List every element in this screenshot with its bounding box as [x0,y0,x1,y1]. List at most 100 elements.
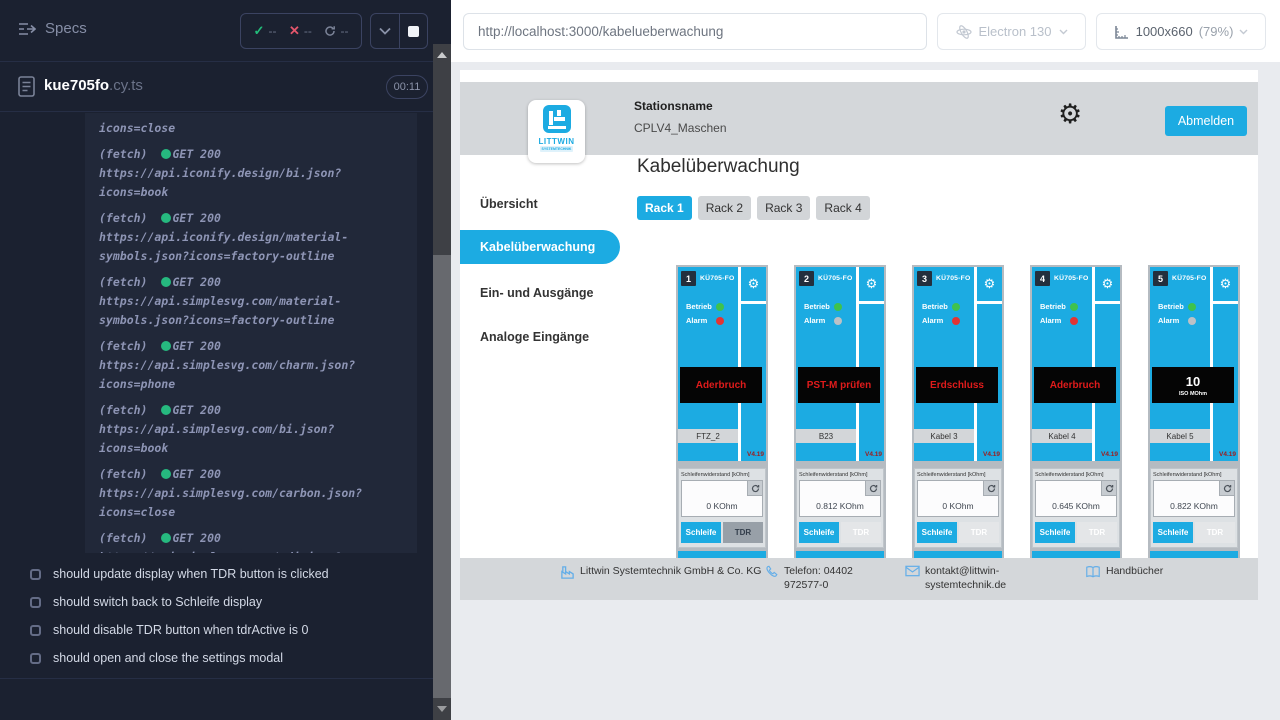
cable-name: FTZ_2 [678,429,738,443]
tdr-button[interactable]: TDR [1195,522,1235,543]
sidebar-item-kabelueberwachung[interactable]: Kabelüberwachung [460,230,620,264]
card-side-panel: ⚙ V4.19 [1213,267,1238,461]
scroll-down-icon[interactable] [437,706,447,712]
cable-name: Kabel 4 [1032,429,1092,443]
collapse-button[interactable] [371,14,399,48]
spec-row[interactable]: kue705fo.cy.ts 00:11 [0,62,433,112]
refresh-icon [987,484,996,493]
viewport-select[interactable]: 1000x660 (79%) [1096,13,1266,50]
browser-select[interactable]: Electron 130 [937,13,1086,50]
fetch-status: GET 200 [172,531,220,545]
log-partial-line[interactable]: icons=close [99,119,403,138]
status-display-unit: ISO MOhm [1179,391,1207,397]
logout-button[interactable]: Abmelden [1165,106,1247,136]
measure-value-box: 0.645 KOhm [1035,480,1117,517]
measure-label: Schleifenwiderstand [kOhm] [1153,472,1235,478]
fetch-log-entry[interactable]: (fetch)GET 200 https://api.simplesvg.com… [99,529,403,553]
card-gear-icon[interactable]: ⚙ [741,267,766,301]
measure-value-box: 0.812 KOhm [799,480,881,517]
alarm-label: Alarm [804,316,834,325]
measure-panel: Schleifenwiderstand [kOhm] 0.812 KOhm [796,468,884,548]
card-gear-icon[interactable]: ⚙ [1095,267,1120,301]
test-row[interactable]: should update display when TDR button is… [0,560,433,588]
sidebar-item-ein-und-ausgaenge[interactable]: Ein- und Ausgänge [480,286,593,300]
alarm-label: Alarm [686,316,716,325]
status-display-text: Aderbruch [696,380,747,391]
fetch-log-entry[interactable]: (fetch)GET 200 https://api.simplesvg.com… [99,337,403,394]
test-row[interactable]: should disable TDR button when tdrActive… [0,616,433,644]
logo-text: LITTWIN [539,137,575,146]
status-display: Erdschluss [916,367,998,403]
sidebar-item-analoge-eingaenge[interactable]: Analoge Eingänge [480,330,589,344]
schleife-button[interactable]: Schleife [681,522,721,543]
refresh-button[interactable] [1219,481,1234,496]
cable-name: Kabel 3 [914,429,974,443]
spec-file-icon [18,76,35,97]
browser-label: Electron 130 [979,24,1052,39]
alarm-led-icon [834,317,842,325]
measure-value: 0.822 KOhm [1154,501,1234,511]
fetch-url: https://api.simplesvg.com/carbon.json?ic… [99,484,403,522]
card-gear-icon[interactable]: ⚙ [977,267,1002,301]
logo-subtext: SYSTEMTECHNIK [540,146,574,152]
settings-gear-icon[interactable]: ⚙ [1058,101,1082,128]
test-row[interactable]: should switch back to Schleife display [0,588,433,616]
test-title: should disable TDR button when tdrActive… [53,623,308,637]
schleife-button[interactable]: Schleife [1035,522,1075,543]
specs-title[interactable]: Specs [18,20,87,37]
tab-rack-4[interactable]: Rack 4 [816,196,869,220]
refresh-button[interactable] [1101,481,1116,496]
url-input[interactable]: http://localhost:3000/kabelueberwachung [463,13,927,50]
fetch-log-entry[interactable]: (fetch)GET 200 https://api.iconify.desig… [99,209,403,266]
schleife-button[interactable]: Schleife [799,522,839,543]
betrieb-label: Betrieb [922,302,952,311]
test-title: should open and close the settings modal [53,651,283,665]
fetch-label: (fetch) [99,403,147,417]
footer-email[interactable]: kontakt@littwin-systemtechnik.de [905,564,1025,592]
measure-panel: Schleifenwiderstand [kOhm] 0.645 KOhm [1032,468,1120,548]
reporter-scrollbar[interactable] [433,0,451,720]
stat-passed: ✓ -- [254,23,277,39]
test-row[interactable]: should open and close the settings modal [0,644,433,672]
fetch-log-entry[interactable]: (fetch)GET 200 https://api.simplesvg.com… [99,401,403,458]
tab-rack-1[interactable]: Rack 1 [637,196,692,220]
sidebar-item-uebersicht[interactable]: Übersicht [480,197,538,211]
stop-button[interactable] [399,14,428,48]
alarm-led-icon [716,317,724,325]
refresh-icon [869,484,878,493]
schleife-button[interactable]: Schleife [1153,522,1193,543]
fetch-label: (fetch) [99,147,147,161]
fetch-url: https://api.simplesvg.com/charm.json?ico… [99,356,403,394]
alarm-label: Alarm [1158,316,1188,325]
device-card: 4 KÜ705-FO Betrieb Alarm [1030,265,1122,565]
refresh-button[interactable] [747,481,762,496]
measure-label: Schleifenwiderstand [kOhm] [681,472,763,478]
tab-rack-3[interactable]: Rack 3 [757,196,810,220]
card-gear-icon[interactable]: ⚙ [1213,267,1238,301]
chevron-down-icon [1239,29,1248,35]
schleife-button[interactable]: Schleife [917,522,957,543]
tdr-button[interactable]: TDR [959,522,999,543]
measure-value-box: 0.822 KOhm [1153,480,1235,517]
tdr-button[interactable]: TDR [723,522,763,543]
success-dot-icon [161,341,171,351]
fetch-log-entry[interactable]: (fetch)GET 200 https://api.iconify.desig… [99,145,403,202]
fetch-label: (fetch) [99,531,147,545]
scrollbar-track[interactable] [433,44,451,720]
measure-value: 0 KOhm [682,501,762,511]
scrollbar-thumb[interactable] [433,255,451,698]
tdr-button[interactable]: TDR [841,522,881,543]
tab-rack-2[interactable]: Rack 2 [698,196,751,220]
refresh-button[interactable] [865,481,880,496]
measure-panel: Schleifenwiderstand [kOhm] 0.822 KOhm [1150,468,1238,548]
scroll-up-icon[interactable] [437,52,447,58]
refresh-button[interactable] [983,481,998,496]
stat-pending: -- [324,24,348,38]
footer-manuals[interactable]: Handbücher [1085,564,1185,579]
fetch-log-entry[interactable]: (fetch)GET 200 https://api.simplesvg.com… [99,273,403,330]
measure-panel: Schleifenwiderstand [kOhm] 0 KOhm [914,468,1002,548]
fetch-url: https://api.iconify.design/material-symb… [99,228,403,266]
card-gear-icon[interactable]: ⚙ [859,267,884,301]
fetch-log-entry[interactable]: (fetch)GET 200 https://api.simplesvg.com… [99,465,403,522]
tdr-button[interactable]: TDR [1077,522,1117,543]
